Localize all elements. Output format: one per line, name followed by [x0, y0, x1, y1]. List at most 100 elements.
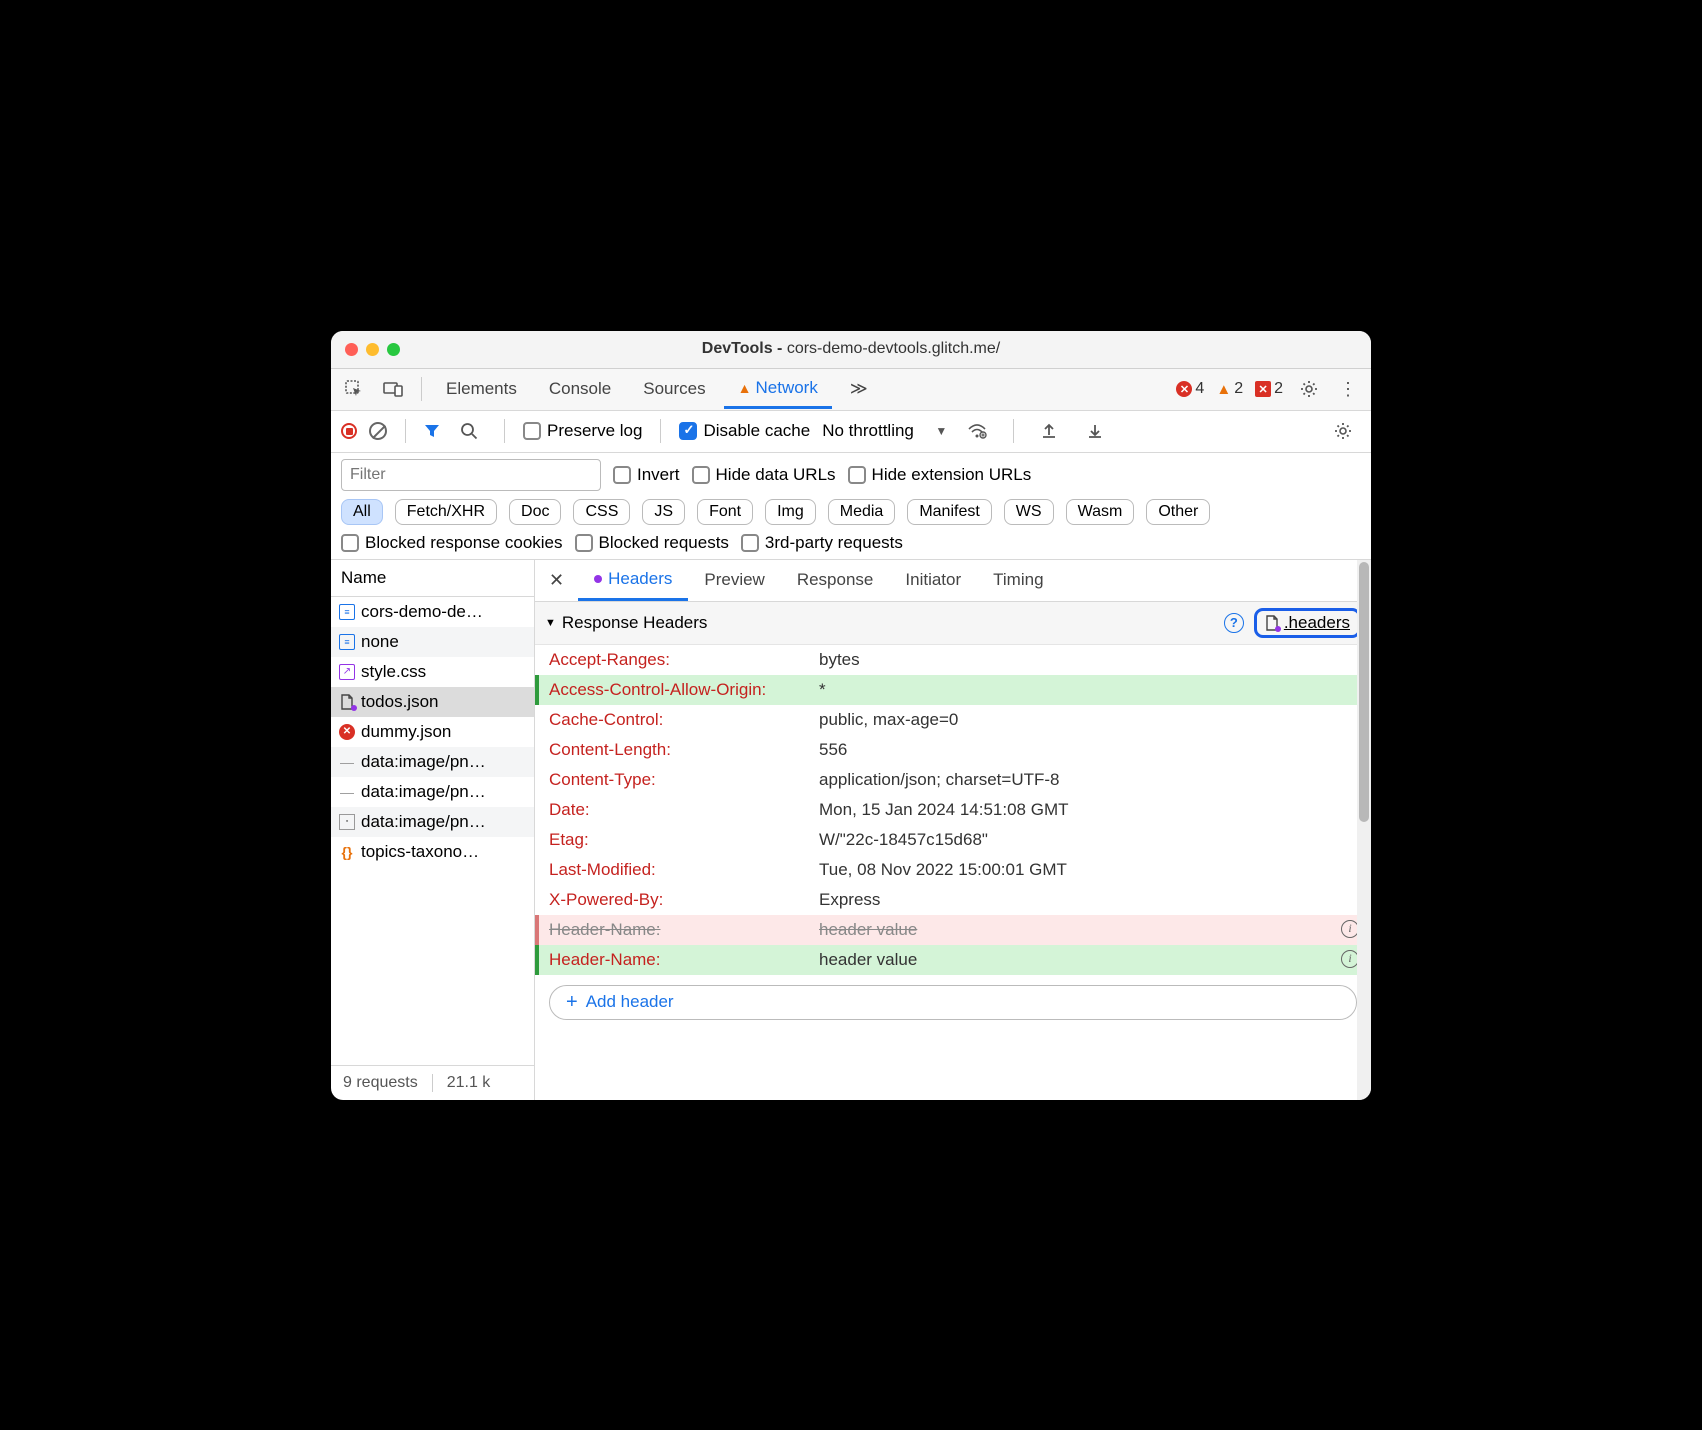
tab-headers[interactable]: Headers	[578, 560, 688, 601]
scrollbar-thumb[interactable]	[1359, 562, 1369, 822]
tab-network[interactable]: ▲Network	[724, 370, 832, 409]
type-pill-wasm[interactable]: Wasm	[1066, 499, 1135, 525]
warnings-badge[interactable]: ▲2	[1216, 380, 1243, 398]
issues-badge[interactable]: ✕2	[1255, 380, 1283, 398]
type-pill-manifest[interactable]: Manifest	[907, 499, 991, 525]
download-icon[interactable]	[1078, 416, 1112, 446]
header-value: 556	[819, 740, 1371, 760]
type-pill-ws[interactable]: WS	[1004, 499, 1054, 525]
headers-list: Accept-Ranges:bytes Access-Control-Allow…	[535, 645, 1371, 975]
throttling-select[interactable]: No throttling ▼	[822, 421, 947, 441]
header-name: Last-Modified:	[549, 860, 819, 880]
header-name[interactable]: Header-Name:	[549, 950, 819, 970]
type-pill-js[interactable]: JS	[642, 499, 685, 525]
help-icon[interactable]: ?	[1224, 613, 1244, 633]
errors-badge[interactable]: ✕4	[1176, 380, 1204, 398]
data-url-icon: —	[339, 754, 355, 770]
add-header-button[interactable]: +Add header	[549, 985, 1357, 1020]
hide-data-urls-checkbox[interactable]: Hide data URLs	[692, 465, 836, 485]
request-row[interactable]: ✕dummy.json	[331, 717, 534, 747]
request-list: ≡cors-demo-de… ≡none ↗style.css todos.js…	[331, 597, 534, 1065]
filter-icon[interactable]	[424, 423, 440, 439]
header-name: Content-Length:	[549, 740, 819, 760]
type-pill-font[interactable]: Font	[697, 499, 753, 525]
search-icon[interactable]	[452, 416, 486, 446]
record-button[interactable]	[341, 423, 357, 439]
request-row[interactable]: ≡cors-demo-de…	[331, 597, 534, 627]
request-row[interactable]: — data:image/pn…	[331, 747, 534, 777]
request-name: none	[361, 632, 399, 652]
blocked-cookies-checkbox[interactable]: Blocked response cookies	[341, 533, 563, 553]
header-value: Mon, 15 Jan 2024 14:51:08 GMT	[819, 800, 1371, 820]
tab-elements[interactable]: Elements	[432, 371, 531, 407]
device-icon[interactable]	[375, 375, 411, 403]
third-party-checkbox[interactable]: 3rd-party requests	[741, 533, 903, 553]
request-row[interactable]: —data:image/pn…	[331, 777, 534, 807]
invert-label: Invert	[637, 465, 680, 485]
preserve-log-checkbox[interactable]: Preserve log	[523, 421, 642, 441]
request-row[interactable]: ▫data:image/pn…	[331, 807, 534, 837]
warnings-count: 2	[1234, 380, 1243, 398]
chevron-down-icon: ▼	[935, 424, 947, 438]
blocked-requests-checkbox[interactable]: Blocked requests	[575, 533, 729, 553]
inspect-icon[interactable]	[337, 374, 371, 404]
request-name: data:image/pn…	[361, 752, 486, 772]
invert-checkbox[interactable]: Invert	[613, 465, 680, 485]
checkbox-icon	[613, 466, 631, 484]
tab-more[interactable]: ≫	[836, 371, 882, 407]
filter-input[interactable]	[341, 459, 601, 491]
header-value[interactable]: *	[819, 680, 1371, 700]
blocked-req-label: Blocked requests	[599, 533, 729, 553]
tab-sources[interactable]: Sources	[629, 371, 719, 407]
header-name: Header-Name:	[549, 920, 819, 940]
filter-bar: Invert Hide data URLs Hide extension URL…	[331, 453, 1371, 560]
request-row-selected[interactable]: todos.json	[331, 687, 534, 717]
settings-icon[interactable]	[1291, 373, 1327, 405]
upload-icon[interactable]	[1032, 416, 1066, 446]
request-row[interactable]: ↗style.css	[331, 657, 534, 687]
vertical-scrollbar[interactable]	[1357, 560, 1371, 1100]
tab-response[interactable]: Response	[781, 561, 890, 599]
request-row[interactable]: ≡none	[331, 627, 534, 657]
header-name: Etag:	[549, 830, 819, 850]
type-pill-css[interactable]: CSS	[573, 499, 630, 525]
image-icon: ▫	[339, 814, 355, 830]
separator	[660, 419, 661, 443]
header-row: Date:Mon, 15 Jan 2024 14:51:08 GMT	[535, 795, 1371, 825]
kebab-icon[interactable]: ⋮	[1331, 373, 1365, 406]
request-name: dummy.json	[361, 722, 451, 742]
hide-extension-urls-checkbox[interactable]: Hide extension URLs	[848, 465, 1032, 485]
type-pill-fetch[interactable]: Fetch/XHR	[395, 499, 497, 525]
disable-cache-checkbox[interactable]: Disable cache	[679, 421, 810, 441]
separator	[421, 377, 422, 401]
detail-tabs: ✕ Headers Preview Response Initiator Tim…	[535, 560, 1371, 602]
headers-override-link[interactable]: .headers	[1254, 608, 1361, 638]
request-name: style.css	[361, 662, 426, 682]
checkbox-icon	[741, 534, 759, 552]
header-value[interactable]: header value	[819, 950, 1341, 970]
tab-initiator[interactable]: Initiator	[889, 561, 977, 599]
request-row[interactable]: {}topics-taxono…	[331, 837, 534, 867]
clear-button[interactable]	[369, 422, 387, 440]
separator	[504, 419, 505, 443]
panel-settings-icon[interactable]	[1325, 415, 1361, 447]
tab-preview[interactable]: Preview	[688, 561, 780, 599]
add-header-label: Add header	[586, 992, 674, 1012]
type-pill-all[interactable]: All	[341, 499, 383, 525]
type-pill-img[interactable]: Img	[765, 499, 816, 525]
type-pill-other[interactable]: Other	[1146, 499, 1210, 525]
blocked-cookies-label: Blocked response cookies	[365, 533, 563, 553]
type-pill-doc[interactable]: Doc	[509, 499, 561, 525]
response-headers-section[interactable]: ▼ Response Headers ? .headers	[535, 602, 1371, 645]
name-column-header[interactable]: Name	[331, 560, 534, 597]
checkbox-icon	[523, 422, 541, 440]
close-details-button[interactable]: ✕	[535, 570, 578, 591]
network-conditions-icon[interactable]	[959, 417, 995, 445]
modified-dot-icon	[594, 575, 602, 583]
hide-data-label: Hide data URLs	[716, 465, 836, 485]
tab-timing[interactable]: Timing	[977, 561, 1059, 599]
json-icon: {}	[339, 844, 355, 860]
type-pill-media[interactable]: Media	[828, 499, 896, 525]
tab-console[interactable]: Console	[535, 371, 625, 407]
checkbox-icon	[575, 534, 593, 552]
